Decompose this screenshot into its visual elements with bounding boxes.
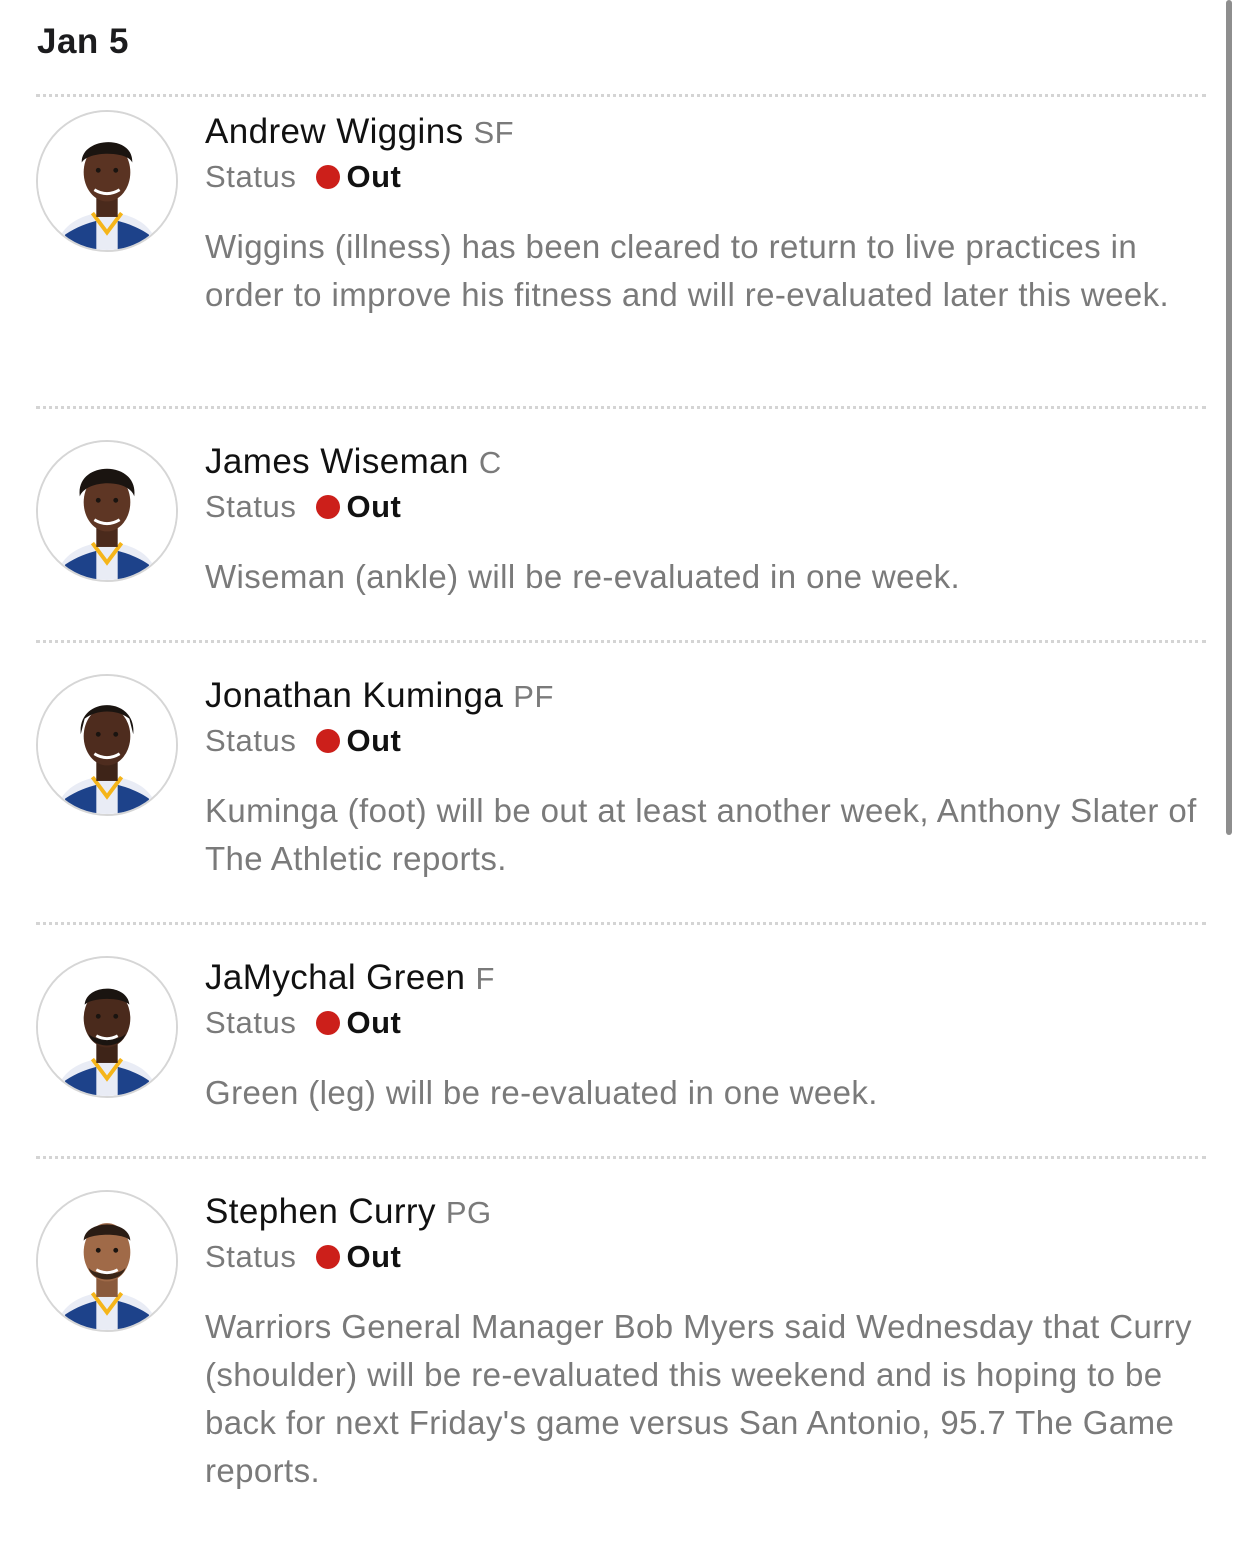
status-badge: Out xyxy=(346,489,402,524)
status-dot-icon xyxy=(316,165,341,189)
status-badge: Out xyxy=(346,1005,402,1040)
status-label: Status xyxy=(205,159,297,194)
player-headshot-icon xyxy=(38,442,176,580)
injury-note: Kuminga (foot) will be out at least anot… xyxy=(205,792,1197,877)
player-name-line: Jonathan Kuminga PF xyxy=(205,674,1206,719)
status-badge: Out xyxy=(346,1239,402,1274)
injury-note: Warriors General Manager Bob Myers said … xyxy=(205,1308,1192,1489)
divider xyxy=(36,640,1206,643)
player-avatar[interactable] xyxy=(36,110,178,252)
date-header: Jan 5 xyxy=(37,22,129,61)
player-headshot-icon xyxy=(38,1192,176,1330)
divider xyxy=(36,406,1206,409)
player-avatar[interactable] xyxy=(36,674,178,816)
scrollbar[interactable] xyxy=(1226,0,1232,835)
status-line: Status Out xyxy=(205,1237,1206,1277)
player-name-line: Andrew Wiggins SF xyxy=(205,110,1206,155)
status-line: Status Out xyxy=(205,721,1206,761)
status-line: Status Out xyxy=(205,1003,1206,1043)
status-badge: Out xyxy=(346,723,402,758)
status-dot-icon xyxy=(316,729,341,753)
divider xyxy=(36,1156,1206,1159)
player-headshot-icon xyxy=(38,676,176,814)
status-badge: Out xyxy=(346,159,402,194)
status-dot-icon xyxy=(316,1245,341,1269)
player-name[interactable]: Andrew Wiggins xyxy=(205,112,463,151)
status-label: Status xyxy=(205,1239,297,1274)
player-info: Stephen Curry PG Status Out Warriors Gene… xyxy=(205,1190,1206,1495)
player-name-line: JaMychal Green F xyxy=(205,956,1206,1001)
divider xyxy=(36,94,1206,97)
player-info: James Wiseman C Status Out Wiseman (ankle… xyxy=(205,440,1206,601)
status-line: Status Out xyxy=(205,487,1206,527)
status-label: Status xyxy=(205,489,297,524)
injury-note: Green (leg) will be re-evaluated in one … xyxy=(205,1074,878,1111)
player-name-line: James Wiseman C xyxy=(205,440,1206,485)
injury-note: Wiseman (ankle) will be re-evaluated in … xyxy=(205,558,961,595)
status-dot-icon xyxy=(316,495,341,519)
player-info: JaMychal Green F Status Out Green (leg) w… xyxy=(205,956,1206,1117)
player-name[interactable]: James Wiseman xyxy=(205,442,469,481)
player-avatar[interactable] xyxy=(36,956,178,1098)
status-label: Status xyxy=(205,723,297,758)
player-headshot-icon xyxy=(38,112,176,250)
player-avatar[interactable] xyxy=(36,440,178,582)
player-position: PF xyxy=(513,679,554,714)
player-position: PG xyxy=(445,1195,492,1230)
player-headshot-icon xyxy=(38,958,176,1096)
player-name-line: Stephen Curry PG xyxy=(205,1190,1206,1235)
divider xyxy=(36,922,1206,925)
player-position: SF xyxy=(473,115,515,150)
injury-note: Wiggins (illness) has been cleared to re… xyxy=(205,228,1170,313)
player-avatar[interactable] xyxy=(36,1190,178,1332)
player-position: C xyxy=(478,445,502,480)
injury-report-page: Jan 5 Andrew Wiggins SF Status Out Wiggi… xyxy=(0,0,1242,1549)
player-name[interactable]: Stephen Curry xyxy=(205,1192,436,1231)
status-label: Status xyxy=(205,1005,297,1040)
player-position: F xyxy=(475,961,495,996)
player-info: Andrew Wiggins SF Status Out Wiggins (ill… xyxy=(205,110,1206,319)
status-line: Status Out xyxy=(205,157,1206,197)
player-info: Jonathan Kuminga PF Status Out Kuminga (f… xyxy=(205,674,1206,883)
player-name[interactable]: JaMychal Green xyxy=(205,958,465,997)
status-dot-icon xyxy=(316,1011,341,1035)
player-name[interactable]: Jonathan Kuminga xyxy=(205,676,503,715)
